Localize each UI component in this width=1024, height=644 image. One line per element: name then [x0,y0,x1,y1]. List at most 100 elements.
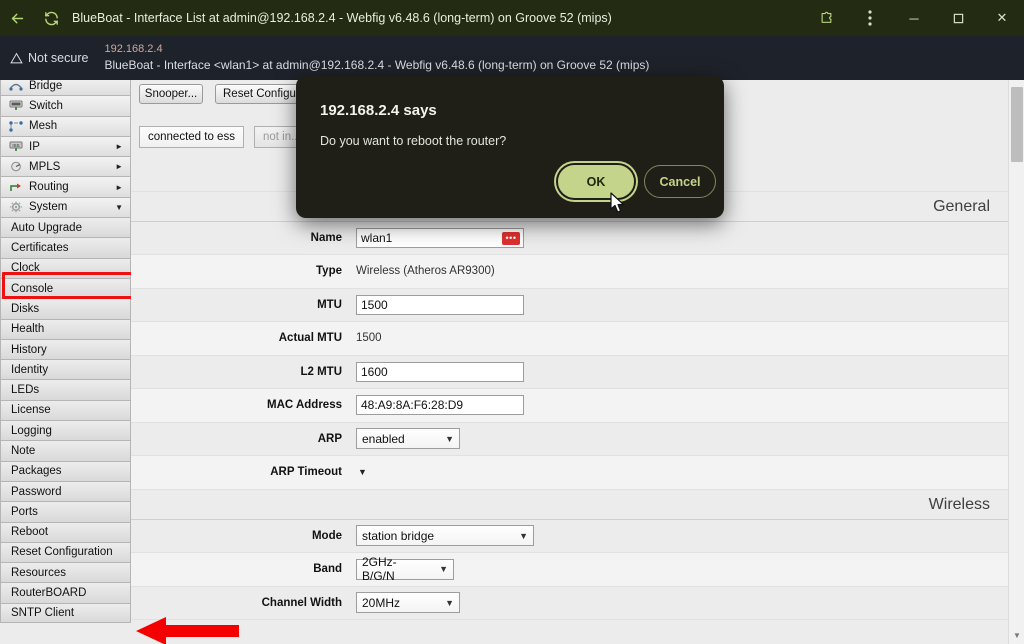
channel-width-select-value: 20MHz [362,596,400,610]
url-host[interactable]: 192.168.2.4 [104,42,649,57]
name-input[interactable]: wlan1 ••• [356,228,524,248]
mpls-icon [7,160,24,173]
sidebar-item-packages[interactable]: Packages [0,461,131,481]
sidebar-item-label: Clock [11,262,40,274]
sidebar-item-routing[interactable]: Routing► [0,176,131,196]
sidebar-item-note[interactable]: Note [0,440,131,460]
security-status[interactable]: Not secure [10,51,88,65]
browser-title-bar: BlueBoat - Interface List at admin@192.1… [0,0,1024,36]
sidebar-item-reset-configuration[interactable]: Reset Configuration [0,542,131,562]
form-row-mode: Mode station bridge ▼ [131,520,1008,554]
channel-width-select[interactable]: 20MHz▼ [356,592,460,613]
sidebar-item-label: Certificates [11,242,69,254]
routing-icon [7,181,24,194]
warning-triangle-icon [10,52,23,65]
sidebar-item-disks[interactable]: Disks [0,298,131,318]
sidebar-item-clock[interactable]: Clock [0,258,131,278]
form-row-band: Band2GHz-B/G/N▼ [131,553,1008,587]
sidebar-item-label: Bridge [29,80,130,92]
three-dot-menu-icon[interactable] [848,0,892,36]
browser-url-bar: Not secure 192.168.2.4 BlueBoat - Interf… [0,36,1024,80]
actual-mtu-value: 1500 [356,332,382,344]
mode-select-value: station bridge [362,529,434,543]
dialog-title: 192.168.2.4 says [320,102,437,119]
form-row-type: TypeWireless (Atheros AR9300) [131,255,1008,289]
vertical-scrollbar[interactable]: ▲ ▼ [1008,80,1024,644]
sidebar-item-health[interactable]: Health [0,319,131,339]
minimize-button[interactable]: ─ [892,0,936,36]
sidebar-item-label: Reboot [11,526,48,538]
sidebar-item-ports[interactable]: Ports [0,501,131,521]
sidebar-item-routerboard[interactable]: RouterBOARD [0,582,131,602]
sidebar-item-reboot[interactable]: Reboot [0,522,131,542]
chevron-down-icon: ▼ [445,434,454,444]
sidebar-item-label: Identity [11,364,48,376]
form-row-mtu: MTU1500 [131,289,1008,323]
form-row-name: Name wlan1 ••• [131,222,1008,256]
switch-icon [7,99,24,112]
sidebar-item-identity[interactable]: Identity [0,359,131,379]
sidebar-item-console[interactable]: Console [0,278,131,298]
arp-label: ARP [131,433,356,445]
sidebar-item-license[interactable]: License [0,400,131,420]
band-label: Band [131,563,356,575]
back-arrow-icon[interactable] [0,0,34,36]
arp-timeout-expand-icon[interactable]: ▼ [358,467,367,477]
mac-address-input[interactable]: 48:A9:8A:F6:28:D9 [356,395,524,415]
sidebar-item-bridge[interactable]: Bridge [0,80,131,95]
name-more-options-icon[interactable]: ••• [502,232,520,245]
sidebar-item-label: Note [11,445,35,457]
sidebar-item-system[interactable]: System▼ [0,197,131,217]
tab-connected-to-ess[interactable]: connected to ess [139,126,244,148]
status-tabs: connected to ess not in... [139,126,310,148]
mode-label: Mode [131,530,356,542]
puzzle-piece-icon[interactable] [804,0,848,36]
section-heading-wireless: Wireless [131,490,1008,520]
name-label: Name [131,232,356,244]
sidebar-item-certificates[interactable]: Certificates [0,237,131,257]
close-button[interactable]: ✕ [980,0,1024,36]
l2-mtu-input-value: 1600 [361,365,388,379]
snooper-button[interactable]: Snooper... [139,84,203,104]
type-label: Type [131,265,356,277]
chevron-down-icon: ▼ [519,531,528,541]
tab-spacer [244,126,254,148]
channel-width-label: Channel Width [131,597,356,609]
sidebar-item-label: Disks [11,303,39,315]
sidebar-item-leds[interactable]: LEDs [0,379,131,399]
sidebar-item-sntp-client[interactable]: SNTP Client [0,603,131,623]
dialog-cancel-button[interactable]: Cancel [644,165,716,198]
sidebar-item-password[interactable]: Password [0,481,131,501]
dialog-ok-button[interactable]: OK [558,165,634,198]
name-input-value: wlan1 [361,231,392,245]
sidebar-item-resources[interactable]: Resources [0,562,131,582]
reload-icon[interactable] [34,0,68,36]
band-select-value: 2GHz-B/G/N [362,555,429,583]
sidebar-item-label: Mesh [29,120,130,132]
mesh-icon [7,120,24,133]
form-scroll-region: Enable GeneralNamewlan1•••TypeWireless (… [131,158,1008,644]
scroll-down-arrow[interactable]: ▼ [1009,627,1024,644]
l2-mtu-input[interactable]: 1600 [356,362,524,382]
maximize-button[interactable] [936,0,980,36]
sidebar-item-ip[interactable]: ISSIP► [0,136,131,156]
section-heading-label: Wireless [929,496,990,513]
window-controls: ─ ✕ [804,0,1024,36]
form-row-channel-width: Channel Width20MHz▼ [131,587,1008,621]
type-value: Wireless (Atheros AR9300) [356,265,495,277]
arp-select[interactable]: enabled▼ [356,428,460,449]
mode-select[interactable]: station bridge ▼ [356,525,534,546]
form-row-actual-mtu: Actual MTU1500 [131,322,1008,356]
sidebar-item-auto-upgrade[interactable]: Auto Upgrade [0,217,131,237]
sidebar-item-mesh[interactable]: Mesh [0,116,131,136]
sidebar-item-history[interactable]: History [0,339,131,359]
section-heading-label: General [933,198,990,215]
sidebar-item-switch[interactable]: Switch [0,95,131,115]
mtu-input[interactable]: 1500 [356,295,524,315]
scrollbar-thumb[interactable] [1011,87,1023,162]
sidebar-item-logging[interactable]: Logging [0,420,131,440]
sidebar-item-label: LEDs [11,384,39,396]
form-row-arp-timeout: ARP Timeout▼ [131,456,1008,490]
sidebar-item-mpls[interactable]: MPLS► [0,156,131,176]
band-select[interactable]: 2GHz-B/G/N▼ [356,559,454,580]
